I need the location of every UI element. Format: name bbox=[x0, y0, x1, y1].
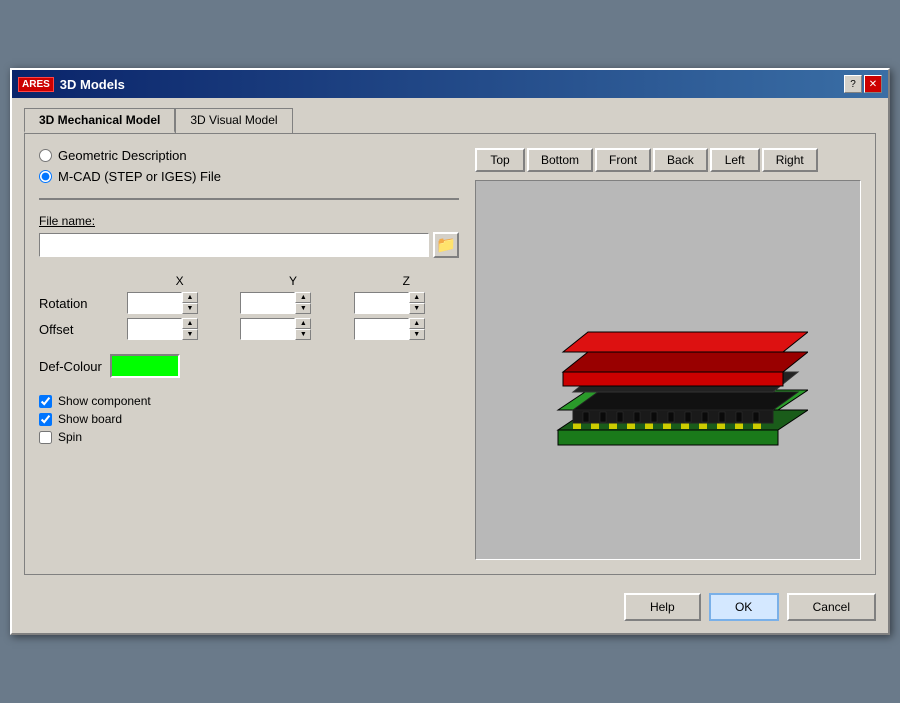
offset-y-input[interactable]: 0 bbox=[240, 318, 295, 340]
dialog-window: ARES 3D Models ? ✕ 3D Mechanical Model 3… bbox=[10, 68, 890, 635]
ok-button[interactable]: OK bbox=[709, 593, 779, 621]
def-colour-label: Def-Colour bbox=[39, 359, 102, 374]
app-logo: ARES bbox=[18, 77, 54, 92]
offset-z-arrows: ▲ ▼ bbox=[409, 318, 425, 340]
offset-y-up[interactable]: ▲ bbox=[295, 318, 311, 329]
x-header: X bbox=[127, 274, 232, 288]
offset-x-arrows: ▲ ▼ bbox=[182, 318, 198, 340]
file-input-row: 📁 bbox=[39, 232, 459, 258]
def-colour-button[interactable] bbox=[110, 354, 180, 378]
rotation-x-up[interactable]: ▲ bbox=[182, 292, 198, 303]
folder-icon: 📁 bbox=[436, 235, 456, 255]
rotation-y-arrows: ▲ ▼ bbox=[295, 292, 311, 314]
offset-z-down[interactable]: ▼ bbox=[409, 329, 425, 340]
offset-x-up[interactable]: ▲ bbox=[182, 318, 198, 329]
help-title-button[interactable]: ? bbox=[844, 75, 862, 93]
radio-geometric[interactable] bbox=[39, 149, 52, 162]
offset-x-input[interactable]: 0 bbox=[127, 318, 182, 340]
radio-mcad[interactable] bbox=[39, 170, 52, 183]
close-button[interactable]: ✕ bbox=[864, 75, 882, 93]
offset-x-wrap: 0 ▲ ▼ bbox=[127, 318, 232, 340]
title-bar-left: ARES 3D Models bbox=[18, 77, 125, 92]
radio-item-geometric: Geometric Description bbox=[39, 148, 459, 163]
cancel-button[interactable]: Cancel bbox=[787, 593, 876, 621]
file-input[interactable] bbox=[39, 233, 429, 257]
offset-z-wrap: 0 ▲ ▼ bbox=[354, 318, 459, 340]
rotation-y-up[interactable]: ▲ bbox=[295, 292, 311, 303]
offset-label: Offset bbox=[39, 322, 119, 337]
show-component-checkbox[interactable] bbox=[39, 395, 52, 408]
dialog-title: 3D Models bbox=[60, 77, 125, 92]
radio-item-mcad: M-CAD (STEP or IGES) File bbox=[39, 169, 459, 184]
rotation-y-down[interactable]: ▼ bbox=[295, 303, 311, 314]
tab-bar: 3D Mechanical Model 3D Visual Model bbox=[24, 108, 876, 133]
rotation-z-wrap: 0 ▲ ▼ bbox=[354, 292, 459, 314]
title-bar: ARES 3D Models ? ✕ bbox=[12, 70, 888, 98]
offset-y-down[interactable]: ▼ bbox=[295, 329, 311, 340]
dialog-footer: Help OK Cancel bbox=[12, 585, 888, 633]
y-header: Y bbox=[240, 274, 345, 288]
show-board-label: Show board bbox=[58, 412, 122, 426]
offset-x-down[interactable]: ▼ bbox=[182, 329, 198, 340]
tab-mechanical-model[interactable]: 3D Mechanical Model bbox=[24, 108, 175, 133]
file-label: File name: bbox=[39, 214, 459, 228]
z-header: Z bbox=[354, 274, 459, 288]
radio-group: Geometric Description M-CAD (STEP or IGE… bbox=[39, 148, 459, 184]
title-buttons: ? ✕ bbox=[844, 75, 882, 93]
left-panel: Geometric Description M-CAD (STEP or IGE… bbox=[39, 148, 459, 560]
browse-button[interactable]: 📁 bbox=[433, 232, 459, 258]
view-front-button[interactable]: Front bbox=[595, 148, 651, 172]
view-back-button[interactable]: Back bbox=[653, 148, 708, 172]
rotation-z-arrows: ▲ ▼ bbox=[409, 292, 425, 314]
spin-item: Spin bbox=[39, 430, 459, 444]
view-buttons: Top Bottom Front Back Left Right bbox=[475, 148, 861, 172]
separator bbox=[39, 198, 459, 200]
offset-y-wrap: 0 ▲ ▼ bbox=[240, 318, 345, 340]
spin-label: Spin bbox=[58, 430, 82, 444]
rotation-x-input[interactable]: 0 bbox=[127, 292, 182, 314]
tab-content: Geometric Description M-CAD (STEP or IGE… bbox=[24, 133, 876, 575]
radio-mcad-label: M-CAD (STEP or IGES) File bbox=[58, 169, 221, 184]
preview-area bbox=[475, 180, 861, 560]
rotation-z-down[interactable]: ▼ bbox=[409, 303, 425, 314]
component-3d-view bbox=[528, 260, 808, 480]
def-colour-row: Def-Colour bbox=[39, 354, 459, 378]
view-bottom-button[interactable]: Bottom bbox=[527, 148, 593, 172]
offset-z-up[interactable]: ▲ bbox=[409, 318, 425, 329]
view-left-button[interactable]: Left bbox=[710, 148, 760, 172]
show-component-item: Show component bbox=[39, 394, 459, 408]
rotation-x-arrows: ▲ ▼ bbox=[182, 292, 198, 314]
dialog-body: 3D Mechanical Model 3D Visual Model Geom… bbox=[12, 98, 888, 585]
offset-z-input[interactable]: 0 bbox=[354, 318, 409, 340]
rotation-z-input[interactable]: 0 bbox=[354, 292, 409, 314]
rotation-x-wrap: 0 ▲ ▼ bbox=[127, 292, 232, 314]
radio-geometric-label: Geometric Description bbox=[58, 148, 187, 163]
rotation-y-wrap: 0 ▲ ▼ bbox=[240, 292, 345, 314]
show-board-checkbox[interactable] bbox=[39, 413, 52, 426]
rotation-y-input[interactable]: 0 bbox=[240, 292, 295, 314]
tab-visual-model[interactable]: 3D Visual Model bbox=[175, 108, 292, 133]
view-top-button[interactable]: Top bbox=[475, 148, 525, 172]
show-board-item: Show board bbox=[39, 412, 459, 426]
view-right-button[interactable]: Right bbox=[762, 148, 818, 172]
spin-checkbox[interactable] bbox=[39, 431, 52, 444]
offset-y-arrows: ▲ ▼ bbox=[295, 318, 311, 340]
xyz-grid: X Y Z Rotation 0 ▲ ▼ 0 ▲ bbox=[39, 274, 459, 340]
file-section: File name: 📁 bbox=[39, 214, 459, 258]
help-button[interactable]: Help bbox=[624, 593, 701, 621]
show-component-label: Show component bbox=[58, 394, 151, 408]
right-panel: Top Bottom Front Back Left Right bbox=[475, 148, 861, 560]
rotation-z-up[interactable]: ▲ bbox=[409, 292, 425, 303]
rotation-label: Rotation bbox=[39, 296, 119, 311]
rotation-x-down[interactable]: ▼ bbox=[182, 303, 198, 314]
checkboxes: Show component Show board Spin bbox=[39, 394, 459, 444]
